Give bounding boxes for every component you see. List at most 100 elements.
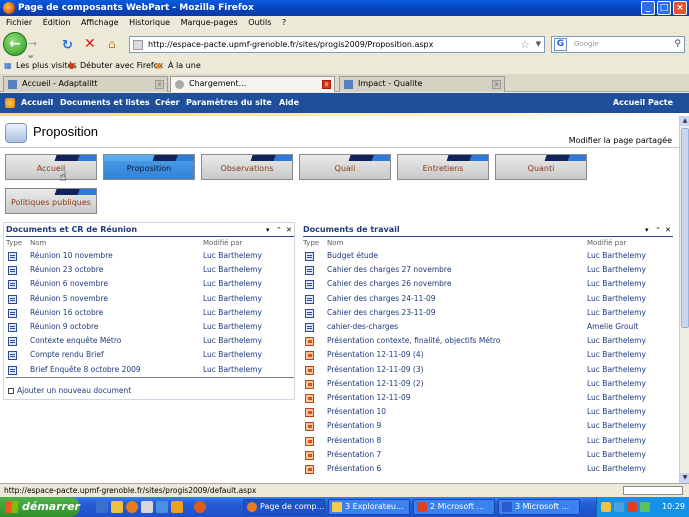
add-new-document-link[interactable]: Ajouter un nouveau document [8, 386, 131, 395]
page-button-proposition[interactable]: Proposition [103, 154, 195, 180]
webpart-title[interactable]: Documents de travail [303, 224, 400, 236]
list-item[interactable]: Réunion 5 novembre Luc Barthelemy [6, 292, 303, 306]
modified-by-link[interactable]: Luc Barthelemy [587, 405, 646, 419]
document-name-link[interactable]: Réunion 5 novembre [30, 292, 108, 306]
modified-by-link[interactable]: Luc Barthelemy [587, 363, 646, 377]
tray-security-icon[interactable] [614, 502, 624, 512]
webpart-close-icon[interactable]: ✕ [665, 224, 671, 236]
home-icon[interactable]: ⌂ [108, 37, 116, 51]
bookmark-headlines[interactable]: À la une [168, 58, 201, 74]
list-item[interactable]: Réunion 6 novembre Luc Barthelemy [6, 277, 303, 291]
list-item[interactable]: Présentation 6 Luc Barthelemy [303, 462, 687, 476]
modified-by-link[interactable]: Luc Barthelemy [587, 249, 646, 263]
page-button-accueil[interactable]: Accueil [5, 154, 97, 180]
modify-shared-page-link[interactable]: Modifier la page partagée [569, 136, 672, 145]
document-name-link[interactable]: Présentation 12-11-09 (3) [327, 363, 424, 377]
modified-by-link[interactable]: Luc Barthelemy [203, 277, 262, 291]
menu-fichier[interactable]: Fichier [6, 18, 32, 27]
document-name-link[interactable]: Cahier des charges 23-11-09 [327, 306, 436, 320]
nav-parametres-site[interactable]: Paramètres du site [186, 93, 272, 113]
document-name-link[interactable]: Cahier des charges 26 novembre [327, 277, 451, 291]
document-name-link[interactable]: Présentation 12-11-09 (4) [327, 348, 424, 362]
bookmark-star-icon[interactable]: ☆ [520, 38, 530, 51]
quicklaunch-firefox2-icon[interactable] [194, 501, 206, 513]
list-item[interactable]: Contexte enquête Métro Luc Barthelemy [6, 334, 303, 348]
modified-by-link[interactable]: Luc Barthelemy [587, 434, 646, 448]
search-icon[interactable]: ⚲ [674, 39, 681, 49]
list-item[interactable]: Présentation 12-11-09 (3) Luc Barthelemy [303, 363, 687, 377]
modified-by-link[interactable]: Luc Barthelemy [203, 334, 262, 348]
tab-impact-qualite[interactable]: Impact - Qualite x [339, 76, 505, 92]
list-item[interactable]: Réunion 23 octobre Luc Barthelemy [6, 263, 303, 277]
tray-alert-icon[interactable] [627, 502, 637, 512]
webpart-minimize-icon[interactable]: ⌃ [276, 224, 282, 236]
search-placeholder[interactable]: Google [574, 40, 599, 48]
document-name-link[interactable]: Réunion 16 octobre [30, 306, 103, 320]
tab-close-icon[interactable]: x [155, 80, 164, 89]
list-item[interactable]: Cahier des charges 27 novembre Luc Barthe… [303, 263, 687, 277]
document-name-link[interactable]: Contexte enquête Métro [30, 334, 121, 348]
menu-edition[interactable]: Édition [43, 18, 71, 27]
list-item[interactable]: Cahier des charges 23-11-09 Luc Barthelem… [303, 306, 687, 320]
task-microsoft-2[interactable]: 2 Microsoft ... [413, 499, 495, 515]
list-item[interactable]: Présentation 12-11-09 (4) Luc Barthelemy [303, 348, 687, 362]
document-name-link[interactable]: Réunion 10 novembre [30, 249, 113, 263]
tray-sound-icon[interactable] [640, 502, 650, 512]
document-name-link[interactable]: Réunion 6 novembre [30, 277, 108, 291]
menu-help[interactable]: ? [282, 18, 286, 27]
window-title-bar[interactable]: Page de composants WebPart - Mozilla Fir… [0, 0, 689, 16]
page-button-observations[interactable]: Observations [201, 154, 293, 180]
nav-accueil[interactable]: Accueil [21, 93, 53, 113]
search-box[interactable]: G Google ⚲ [551, 36, 685, 53]
modified-by-link[interactable]: Luc Barthelemy [587, 277, 646, 291]
page-button-quanti[interactable]: Quanti [495, 154, 587, 180]
address-bar[interactable]: http://espace-pacte.upmf-grenoble.fr/sit… [129, 36, 545, 53]
column-header-type[interactable]: Type [6, 239, 22, 247]
column-header-name[interactable]: Nom [327, 239, 343, 247]
modified-by-link[interactable]: Luc Barthelemy [587, 348, 646, 362]
list-item[interactable]: Cahier des charges 26 novembre Luc Barthe… [303, 277, 687, 291]
modified-by-link[interactable]: Luc Barthelemy [587, 419, 646, 433]
menu-affichage[interactable]: Affichage [81, 18, 119, 27]
list-item[interactable]: Budget étude Luc Barthelemy [303, 249, 687, 263]
modified-by-link[interactable]: Luc Barthelemy [203, 363, 262, 377]
document-name-link[interactable]: Présentation 10 [327, 405, 386, 419]
bookmark-getting-started[interactable]: Débuter avec Firefox [80, 58, 163, 74]
page-button-quali[interactable]: Quali [299, 154, 391, 180]
modified-by-link[interactable]: Luc Barthelemy [203, 348, 262, 362]
add-new-document-label[interactable]: Ajouter un nouveau document [17, 386, 131, 395]
list-item[interactable]: Présentation 12-11-09 Luc Barthelemy [303, 391, 687, 405]
task-microsoft-3[interactable]: 3 Microsoft ... [498, 499, 580, 515]
modified-by-link[interactable]: Luc Barthelemy [203, 306, 262, 320]
start-button[interactable]: démarrer [0, 497, 80, 517]
menu-outils[interactable]: Outils [248, 18, 271, 27]
column-header-modified-by[interactable]: Modifié par [587, 239, 626, 247]
quicklaunch-desktop-icon[interactable] [96, 501, 108, 513]
modified-by-link[interactable]: Luc Barthelemy [587, 377, 646, 391]
column-header-modified-by[interactable]: Modifié par [203, 239, 242, 247]
document-name-link[interactable]: Cahier des charges 24-11-09 [327, 292, 436, 306]
tab-chargement[interactable]: Chargement... x [170, 76, 335, 92]
scroll-up-icon[interactable]: ▲ [680, 116, 689, 126]
nav-accueil-pacte[interactable]: Accueil Pacte [613, 93, 673, 113]
tab-close-icon[interactable]: x [492, 80, 501, 89]
tab-accueil-adaptalitt[interactable]: Accueil - Adaptalitt x [3, 76, 168, 92]
column-header-name[interactable]: Nom [30, 239, 46, 247]
list-item[interactable]: cahier-des-charges Amelie Groult [303, 320, 687, 334]
document-name-link[interactable]: Présentation 6 [327, 462, 381, 476]
document-name-link[interactable]: Brief Enquête 8 octobre 2009 [30, 363, 141, 377]
quicklaunch-outlook-icon[interactable] [156, 501, 168, 513]
list-item[interactable]: Réunion 10 novembre Luc Barthelemy [6, 249, 303, 263]
menu-historique[interactable]: Historique [129, 18, 170, 27]
modified-by-link[interactable]: Luc Barthelemy [587, 448, 646, 462]
tab-close-icon[interactable]: x [322, 80, 331, 89]
document-name-link[interactable]: Présentation contexte, finalité, objecti… [327, 334, 500, 348]
forward-arrow-icon[interactable]: → ▾ [28, 37, 46, 64]
task-page-de-comp[interactable]: Page de comp... [243, 499, 325, 515]
page-button-entretiens[interactable]: Entretiens [397, 154, 489, 180]
task-explorateur[interactable]: 3 Explorateu... [328, 499, 410, 515]
document-name-link[interactable]: Cahier des charges 27 novembre [327, 263, 451, 277]
menu-marque-pages[interactable]: Marque-pages [181, 18, 238, 27]
quicklaunch-media-icon[interactable] [141, 501, 153, 513]
quicklaunch-ie-icon[interactable] [111, 501, 123, 513]
